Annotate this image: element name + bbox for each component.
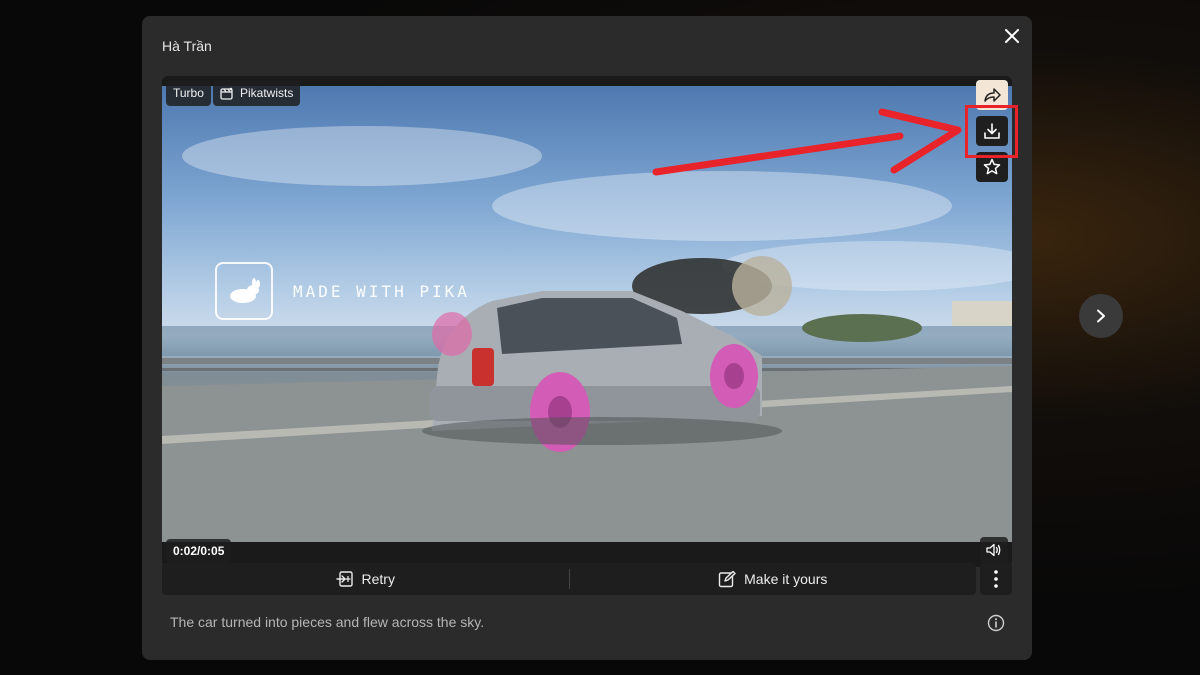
- prompt-text: The car turned into pieces and flew acro…: [170, 614, 485, 630]
- turbo-tag: Turbo: [166, 80, 211, 106]
- retry-button[interactable]: Retry: [162, 563, 569, 595]
- action-bar: Retry Make it yours: [162, 563, 976, 595]
- chevron-right-icon: [1097, 309, 1105, 323]
- more-vertical-icon: [994, 570, 998, 588]
- close-button[interactable]: [1000, 24, 1024, 48]
- watermark: MADE WITH PIKA: [215, 262, 470, 320]
- watermark-text: MADE WITH PIKA: [293, 281, 470, 301]
- retry-icon: [335, 571, 353, 587]
- pikatwists-icon: [220, 87, 233, 100]
- pikatwists-tag-label: Pikatwists: [240, 86, 294, 100]
- annotation-highlight-box: [965, 105, 1018, 158]
- pikatwists-tag: Pikatwists: [213, 80, 301, 106]
- edit-icon: [718, 570, 736, 588]
- close-icon: [1005, 29, 1019, 43]
- turbo-tag-label: Turbo: [173, 86, 204, 100]
- make-it-yours-button[interactable]: Make it yours: [570, 563, 977, 595]
- share-icon: [984, 88, 1001, 102]
- retry-label: Retry: [361, 571, 395, 587]
- modal-title: Hà Trần: [162, 38, 212, 54]
- info-icon: [987, 614, 1005, 632]
- next-video-button[interactable]: [1079, 294, 1123, 338]
- annotation-arrow: [652, 108, 962, 176]
- pika-logo: [215, 262, 273, 320]
- volume-button[interactable]: [980, 537, 1008, 563]
- rabbit-icon: [230, 278, 260, 303]
- make-it-yours-label: Make it yours: [744, 571, 828, 587]
- video-time: 0:02/0:05: [166, 539, 232, 563]
- star-icon: [983, 158, 1001, 175]
- info-button[interactable]: [985, 612, 1007, 634]
- more-options-button[interactable]: [980, 563, 1012, 595]
- volume-icon: [986, 543, 1001, 557]
